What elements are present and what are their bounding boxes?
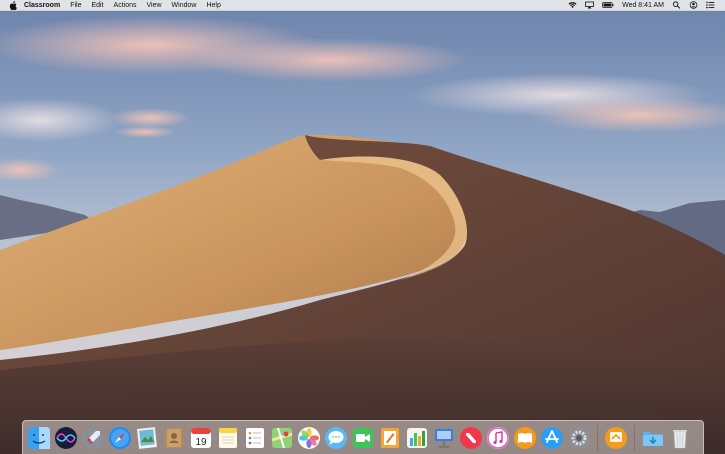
- photos-icon: [298, 426, 320, 449]
- calendar-icon: 19: [191, 427, 211, 448]
- notification-center-icon[interactable]: [706, 1, 715, 9]
- app-store-icon: [541, 426, 563, 449]
- dock-photos[interactable]: [297, 426, 321, 450]
- siri-icon: [55, 426, 77, 449]
- messages-icon: [325, 426, 347, 449]
- dock-keynote[interactable]: [432, 426, 456, 450]
- finder-icon: [28, 426, 50, 449]
- menu-edit[interactable]: Edit: [91, 0, 103, 11]
- dock-itunes[interactable]: [486, 426, 510, 450]
- maps-icon: [271, 427, 293, 448]
- battery-icon[interactable]: [602, 1, 614, 9]
- menu-file[interactable]: File: [70, 0, 81, 11]
- calendar-day: 19: [195, 437, 207, 448]
- dock-maps[interactable]: [270, 426, 294, 450]
- menu-clock[interactable]: Wed 8:41 AM: [622, 0, 664, 11]
- dock-separator: [634, 424, 635, 451]
- menu-help[interactable]: Help: [206, 0, 220, 11]
- dock-app-store[interactable]: [540, 426, 564, 450]
- compass-icon: [109, 426, 131, 449]
- dock-launchpad[interactable]: [81, 426, 105, 450]
- keynote-icon: [435, 428, 453, 448]
- dock-news[interactable]: [459, 426, 483, 450]
- music-note-icon: [487, 426, 509, 449]
- contacts-icon: [165, 427, 183, 448]
- classroom-icon: [605, 426, 627, 449]
- dock-notes[interactable]: [216, 426, 240, 450]
- menu-bar: Classroom File Edit Actions View Window …: [0, 0, 725, 11]
- apple-menu-icon[interactable]: [8, 0, 18, 10]
- user-icon[interactable]: [689, 1, 698, 9]
- menu-app-name[interactable]: Classroom: [24, 0, 60, 11]
- dock-separator: [597, 424, 598, 451]
- wifi-icon[interactable]: [568, 1, 577, 9]
- menu-window[interactable]: Window: [172, 0, 197, 11]
- reminders-icon: [246, 427, 264, 448]
- dock-safari[interactable]: [108, 426, 132, 450]
- dock-downloads-stack[interactable]: [641, 426, 665, 450]
- dock-ibooks[interactable]: [513, 426, 537, 450]
- desktop: Classroom File Edit Actions View Window …: [0, 0, 725, 454]
- wallpaper-mojave-dune: [0, 0, 725, 454]
- dock-siri[interactable]: [54, 426, 78, 450]
- dock-finder[interactable]: [27, 426, 51, 454]
- gear-icon: [569, 427, 589, 448]
- dock-calendar[interactable]: 19: [189, 426, 213, 450]
- pages-icon: [381, 427, 399, 448]
- photo-browser-icon: [137, 426, 157, 449]
- dock-messages[interactable]: [324, 426, 348, 450]
- status-area: Wed 8:41 AM: [560, 0, 725, 11]
- dock: 19: [22, 420, 704, 454]
- dock-classroom[interactable]: [604, 426, 628, 454]
- news-icon: [460, 426, 482, 449]
- dock-system-preferences[interactable]: [567, 426, 591, 450]
- dock-photo-browser[interactable]: [135, 426, 159, 450]
- airplay-icon[interactable]: [585, 1, 594, 9]
- menu-actions[interactable]: Actions: [114, 0, 137, 11]
- trash-icon: [673, 429, 687, 448]
- menu-view[interactable]: View: [147, 0, 162, 11]
- downloads-folder-icon: [643, 431, 663, 446]
- dock-pages[interactable]: [378, 426, 402, 450]
- book-icon: [514, 426, 536, 449]
- notes-icon: [219, 427, 237, 448]
- search-icon[interactable]: [672, 1, 681, 9]
- dock-trash[interactable]: [668, 426, 692, 450]
- dock-facetime[interactable]: [351, 426, 375, 450]
- facetime-icon: [353, 427, 373, 448]
- numbers-icon: [407, 427, 427, 448]
- dock-numbers[interactable]: [405, 426, 429, 450]
- dock-reminders[interactable]: [243, 426, 267, 450]
- dock-contacts[interactable]: [162, 426, 186, 450]
- rocket-icon: [82, 426, 104, 449]
